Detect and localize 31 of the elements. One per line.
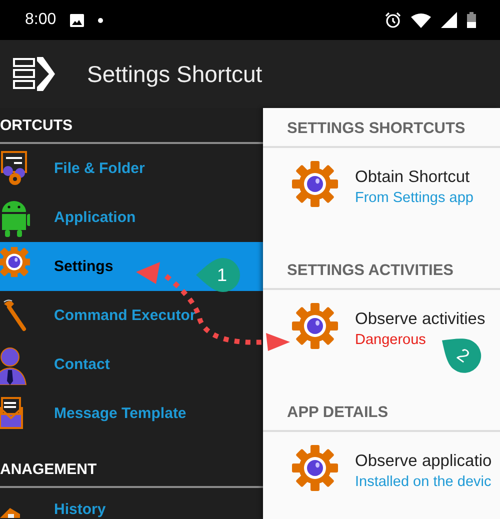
signal-icon [441, 12, 457, 28]
dot-icon [98, 18, 104, 22]
item-subtitle: Installed on the devic [355, 474, 492, 490]
alarm-icon [385, 12, 401, 28]
section-header: SETTINGS ACTIVITIES [287, 262, 454, 280]
item-title: Observe applicatio [355, 452, 492, 471]
step-badge: 1 [196, 258, 240, 292]
item-title: Obtain Shortcut [355, 168, 471, 187]
item-title: Observe activities [355, 310, 486, 329]
gear-icon [0, 246, 30, 276]
app-title: Settings Shortcut [87, 60, 262, 88]
battery-icon [467, 12, 476, 28]
image-icon [70, 14, 84, 26]
gear-icon [291, 160, 339, 208]
app-logo-icon [13, 57, 55, 91]
drawer-item[interactable]: Command Executor [0, 291, 263, 340]
item-subtitle: Dangerous [355, 332, 427, 348]
section-header: ANAGEMENT [0, 460, 97, 478]
wifi-icon [411, 12, 431, 28]
gear-icon [291, 302, 339, 350]
section-header: APP DETAILS [287, 404, 388, 422]
drawer-item[interactable]: File & Folder [0, 144, 263, 193]
drawer-item[interactable]: Application [0, 193, 263, 242]
section-header: ORTCUTS [0, 116, 72, 134]
section-header: SETTINGS SHORTCUTS [287, 120, 466, 138]
gear-icon [291, 444, 339, 492]
item-subtitle: From Settings app [355, 190, 474, 206]
drawer-item[interactable]: Contact [0, 340, 263, 389]
drawer-item[interactable]: History [0, 488, 263, 518]
drawer-item[interactable]: Message Template [0, 389, 263, 438]
clock-time: 8:00 [25, 11, 56, 29]
